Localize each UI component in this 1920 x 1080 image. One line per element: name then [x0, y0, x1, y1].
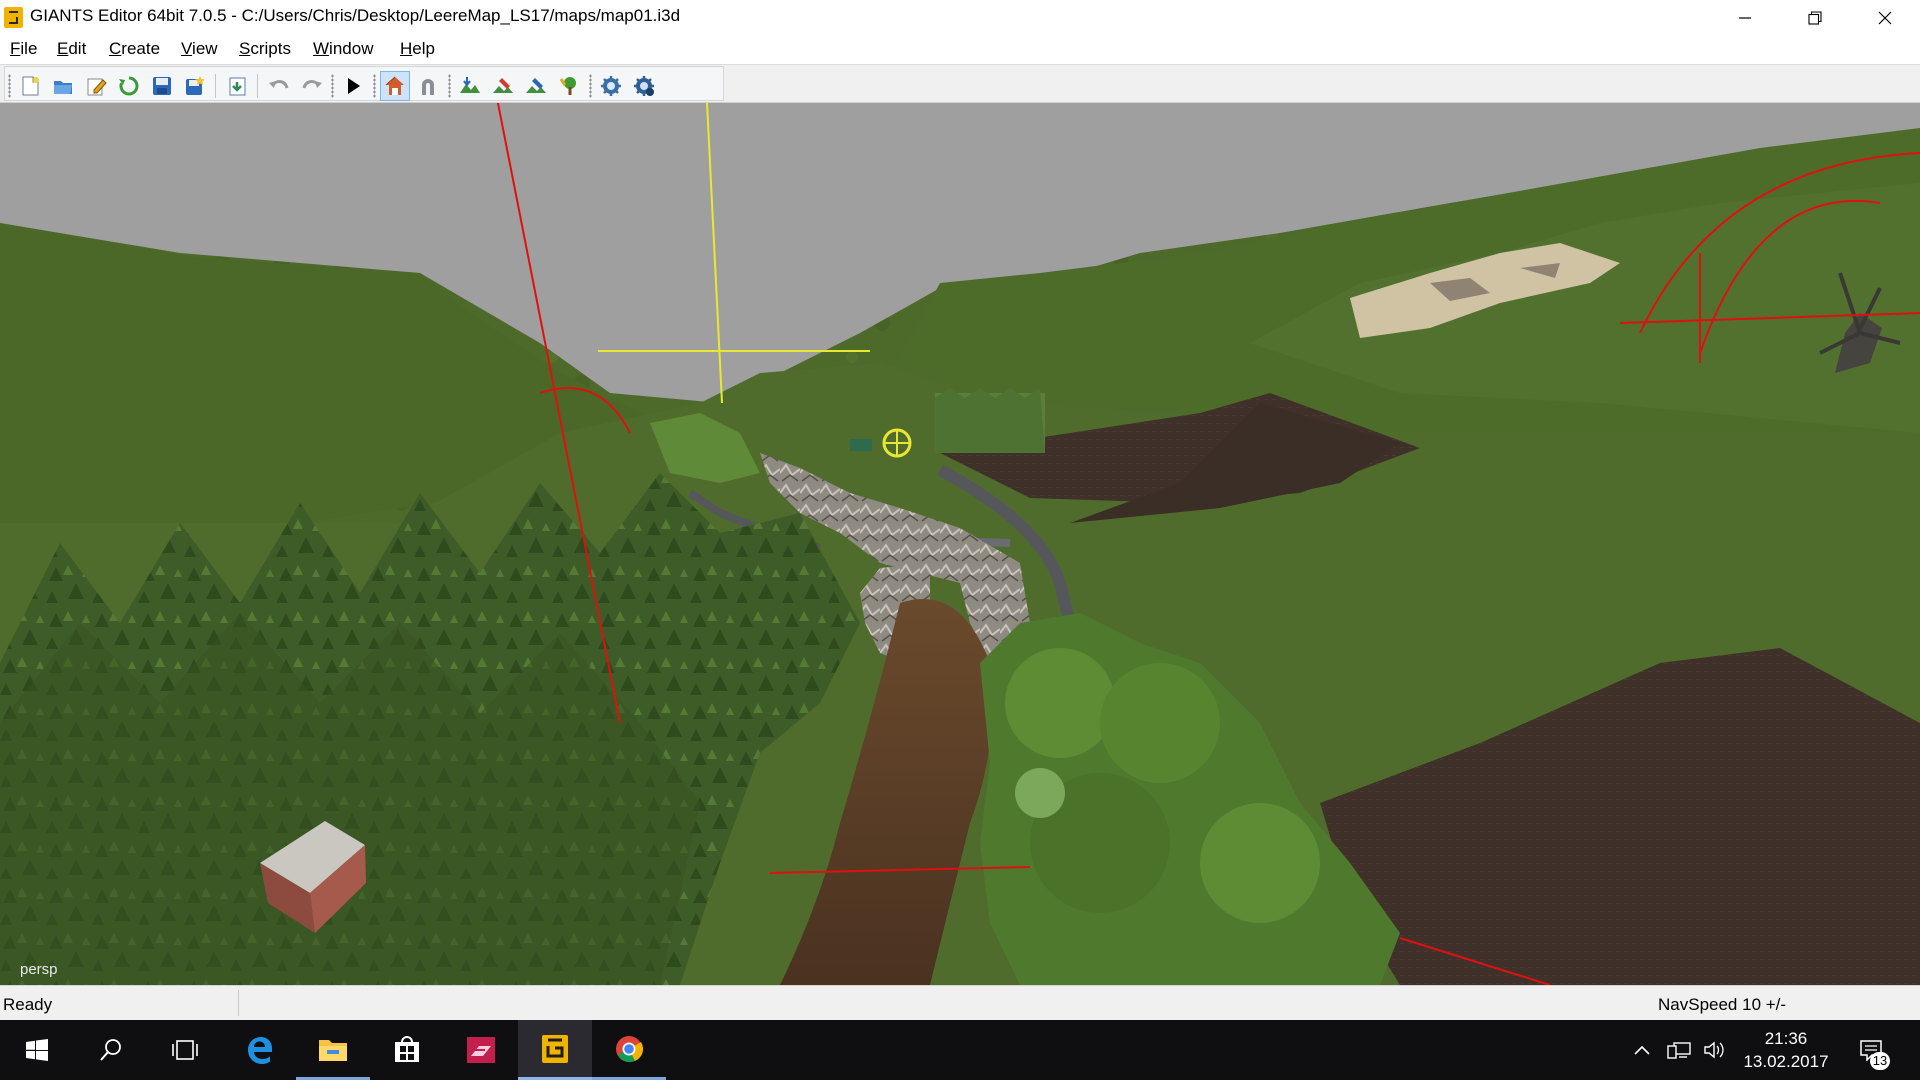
new-file-icon[interactable] — [15, 71, 45, 101]
toolbar-grip[interactable] — [8, 74, 11, 98]
toolbar — [0, 64, 1920, 103]
status-text: Ready — [3, 995, 53, 1014]
status-bar: Ready NavSpeed 10 +/- — [0, 985, 1920, 1020]
close-icon[interactable] — [1850, 0, 1920, 36]
play-icon[interactable] — [338, 71, 368, 101]
search-icon[interactable] — [74, 1020, 148, 1080]
scene-render — [0, 103, 1920, 985]
terrain-paint-icon[interactable] — [488, 71, 518, 101]
notification-count-badge: 13 — [1870, 1052, 1890, 1070]
menu-bar: File Edit Create View Scripts Window Hel… — [0, 36, 1920, 64]
magnet-icon[interactable] — [413, 71, 443, 101]
minimize-icon[interactable] — [1710, 0, 1780, 36]
scene-settings-icon[interactable] — [596, 71, 626, 101]
edit-file-icon[interactable] — [81, 71, 111, 101]
menu-create[interactable]: Create — [109, 39, 160, 59]
tray-chevron-up-icon[interactable] — [1630, 1038, 1654, 1062]
toolbar-strip — [4, 66, 724, 101]
clock-time: 21:36 — [1764, 1029, 1808, 1048]
menu-window[interactable]: Window — [313, 39, 373, 59]
undo-icon[interactable] — [264, 71, 294, 101]
import-icon[interactable] — [222, 71, 252, 101]
volume-icon[interactable] — [1700, 1038, 1728, 1062]
toolbar-separator — [215, 74, 216, 98]
menu-edit[interactable]: Edit — [57, 39, 86, 59]
redo-icon[interactable] — [297, 71, 327, 101]
menu-scripts[interactable]: Scripts — [239, 39, 291, 59]
save-as-icon[interactable] — [180, 71, 210, 101]
terrain-sculpt-icon[interactable] — [455, 71, 485, 101]
edge-browser-icon[interactable] — [222, 1020, 296, 1080]
giants-editor-icon[interactable] — [518, 1020, 592, 1080]
open-file-icon[interactable] — [48, 71, 78, 101]
window-title: GIANTS Editor 64bit 7.0.5 - C:/Users/Chr… — [30, 6, 681, 25]
reload-icon[interactable] — [114, 71, 144, 101]
store-icon[interactable] — [370, 1020, 444, 1080]
task-view-icon[interactable] — [148, 1020, 222, 1080]
giants-editor-icon — [4, 7, 23, 28]
menu-file[interactable]: File — [10, 39, 37, 59]
system-clock[interactable]: 21:36 13.02.2017 — [1728, 1027, 1844, 1073]
camera-label: persp — [20, 961, 58, 978]
maximize-icon[interactable] — [1780, 0, 1850, 36]
forza-app-icon[interactable] — [444, 1020, 518, 1080]
status-separator — [238, 990, 239, 1016]
object-settings-icon[interactable] — [629, 71, 659, 101]
taskbar: 21:36 13.02.2017 13 — [0, 1020, 1920, 1080]
foliage-paint-icon[interactable] — [521, 71, 551, 101]
save-icon[interactable] — [147, 71, 177, 101]
toolbar-grip[interactable] — [589, 74, 592, 98]
toolbar-grip[interactable] — [448, 74, 451, 98]
toolbar-grip[interactable] — [373, 74, 376, 98]
toolbar-grip[interactable] — [331, 74, 334, 98]
3d-viewport[interactable]: persp — [0, 103, 1920, 985]
file-explorer-icon[interactable] — [296, 1020, 370, 1080]
windows-start-icon[interactable] — [0, 1020, 74, 1080]
network-icon[interactable] — [1664, 1038, 1694, 1062]
chrome-icon[interactable] — [592, 1020, 666, 1080]
menu-help[interactable]: Help — [400, 39, 435, 59]
tree-paint-icon[interactable] — [554, 71, 584, 101]
clock-date: 13.02.2017 — [1743, 1052, 1829, 1071]
title-bar: GIANTS Editor 64bit 7.0.5 - C:/Users/Chr… — [0, 0, 1920, 36]
menu-view[interactable]: View — [181, 39, 218, 59]
home-view-icon[interactable] — [380, 71, 410, 101]
toolbar-separator — [257, 74, 258, 98]
nav-speed: NavSpeed 10 +/- — [1658, 995, 1787, 1014]
